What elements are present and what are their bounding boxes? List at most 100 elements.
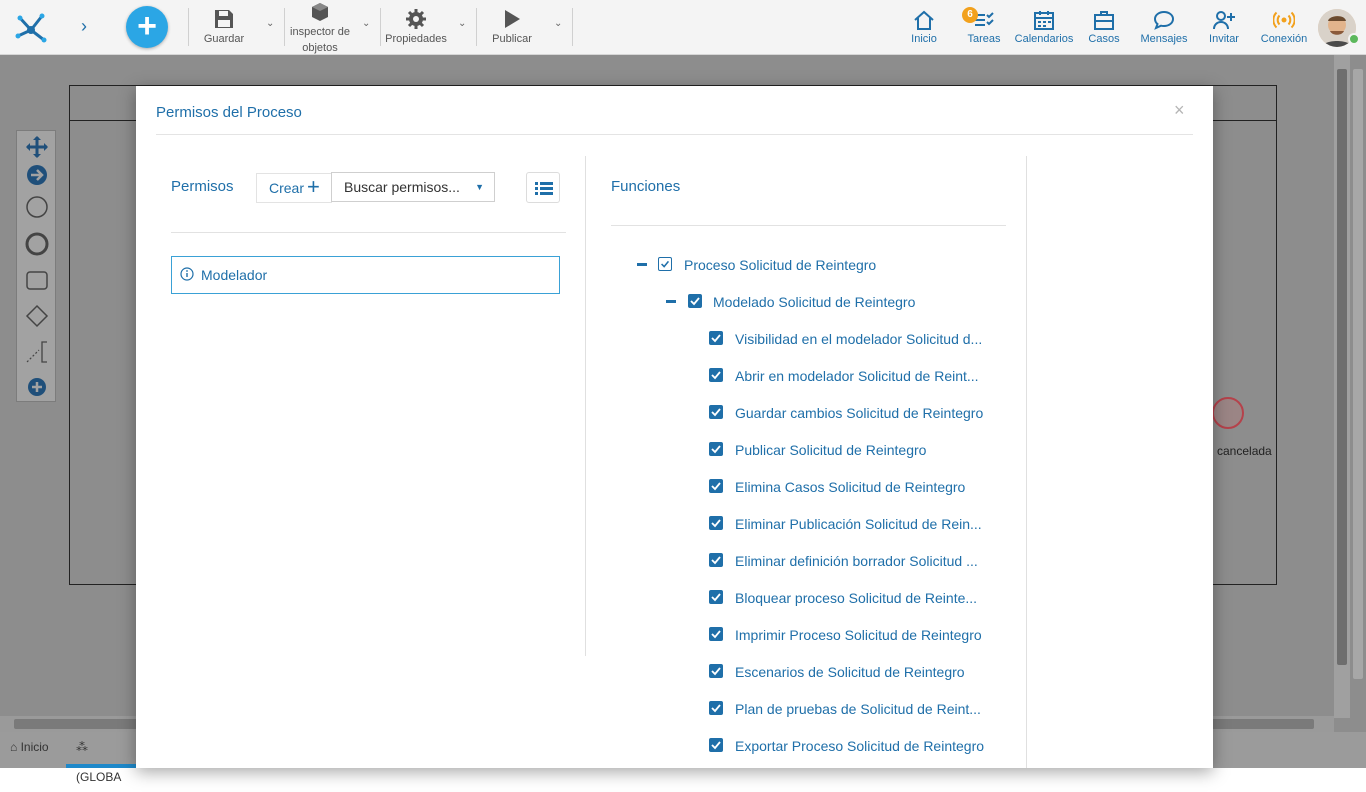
function-item[interactable]: Visibilidad en el modelador Solicitud d.… <box>735 329 995 349</box>
nav-invitar[interactable]: Invitar <box>1202 0 1246 55</box>
play-icon <box>505 10 520 28</box>
function-checkbox[interactable] <box>709 553 723 567</box>
nav-conexion[interactable]: Conexión <box>1258 0 1310 55</box>
nav-mensajes[interactable]: Mensajes <box>1138 0 1190 55</box>
cancel-end-event[interactable] <box>1212 397 1244 429</box>
page-scrollbar-thumb[interactable] <box>1353 69 1363 679</box>
function-checkbox[interactable] <box>709 479 723 493</box>
briefcase-icon <box>1094 11 1114 30</box>
function-item[interactable]: Guardar cambios Solicitud de Reintegro <box>735 403 995 423</box>
save-dropdown-chevron-icon[interactable]: ⌄ <box>266 18 276 29</box>
function-item[interactable]: Imprimir Proceso Solicitud de Reintegro <box>735 625 995 645</box>
expand-menu-chevron-icon[interactable]: › <box>76 16 92 36</box>
tab-home-label: Inicio <box>20 740 49 754</box>
function-item-label: Publicar Solicitud de Reintegro <box>735 442 927 458</box>
function-checkbox[interactable] <box>709 664 723 678</box>
add-button[interactable]: + <box>126 6 168 48</box>
toolbar-divider <box>572 8 573 46</box>
collapse-root-icon[interactable] <box>637 263 647 266</box>
tree-node-child[interactable]: Modelado Solicitud de Reintegro <box>713 292 915 312</box>
toolbar-divider <box>476 8 477 46</box>
properties-dropdown-chevron-icon[interactable]: ⌄ <box>458 18 468 29</box>
function-item-label: Guardar cambios Solicitud de Reintegro <box>735 405 984 421</box>
permission-search-select[interactable]: Buscar permisos... ▼ <box>331 172 495 202</box>
online-status-indicator <box>1348 33 1360 45</box>
home-icon <box>914 10 934 30</box>
checkbox-child[interactable] <box>688 294 702 308</box>
task-tool-icon[interactable] <box>25 268 49 292</box>
create-label: Crear <box>269 180 305 196</box>
save-button[interactable]: Guardar <box>198 0 250 55</box>
function-checkbox[interactable] <box>709 627 723 641</box>
function-item[interactable]: Exportar Proceso Solicitud de Reintegro <box>735 736 995 756</box>
calendar-icon <box>1034 11 1054 30</box>
nav-inicio-label: Inicio <box>911 33 937 45</box>
nav-calendarios-label: Calendarios <box>1014 33 1074 45</box>
tab-home[interactable]: ⌂ Inicio <box>0 732 59 768</box>
start-event-tool-icon[interactable] <box>25 195 49 219</box>
move-tool-icon[interactable] <box>25 135 49 159</box>
function-item[interactable]: Abrir en modelador Solicitud de Reint... <box>735 366 995 386</box>
column-divider <box>585 156 586 656</box>
object-inspector-label-2: objetos <box>302 42 338 54</box>
inspector-dropdown-chevron-icon[interactable]: ⌄ <box>362 18 372 29</box>
function-item[interactable]: Publicar Solicitud de Reintegro <box>735 440 995 460</box>
tree-node-root[interactable]: Proceso Solicitud de Reintegro <box>684 255 876 275</box>
page-vertical-scrollbar[interactable] <box>1350 55 1366 718</box>
annotation-tool-icon[interactable] <box>25 340 49 364</box>
publish-dropdown-chevron-icon[interactable]: ⌄ <box>554 18 564 29</box>
tree-node-root-label: Proceso Solicitud de Reintegro <box>684 257 877 273</box>
signal-icon <box>1273 11 1295 29</box>
app-logo-icon[interactable] <box>12 10 50 44</box>
object-inspector-button[interactable]: inspector de objetos <box>286 0 354 55</box>
function-checkbox[interactable] <box>709 368 723 382</box>
function-checkbox[interactable] <box>709 738 723 752</box>
nav-mensajes-label: Mensajes <box>1140 33 1188 45</box>
tab-global[interactable]: ⁂ (GLOBA <box>66 732 146 784</box>
function-item[interactable]: Bloquear proceso Solicitud de Reinte... <box>735 588 995 608</box>
function-item[interactable]: Eliminar definición borrador Solicitud .… <box>735 551 995 571</box>
add-user-icon <box>1213 11 1235 30</box>
more-tools-plus-icon[interactable] <box>25 375 49 399</box>
title-divider <box>156 134 1193 135</box>
close-icon[interactable]: × <box>1174 100 1185 121</box>
publish-button[interactable]: Publicar <box>486 0 538 55</box>
properties-button[interactable]: Propiedades <box>384 0 448 55</box>
function-item[interactable]: Plan de pruebas de Solicitud de Reint... <box>735 699 995 719</box>
function-checkbox[interactable] <box>709 405 723 419</box>
gateway-tool-icon[interactable] <box>25 304 49 328</box>
shape-palette <box>16 130 56 402</box>
top-toolbar: › + Guardar ⌄ inspector de objetos ⌄ Pro… <box>0 0 1366 55</box>
function-checkbox[interactable] <box>709 590 723 604</box>
connector-tool-icon[interactable] <box>25 163 49 187</box>
vertical-scrollbar[interactable] <box>1334 55 1350 718</box>
publish-label: Publicar <box>492 33 532 45</box>
function-item[interactable]: Eliminar Publicación Solicitud de Rein..… <box>735 514 995 534</box>
tasks-count-badge: 6 <box>962 7 978 23</box>
object-inspector-label-1: inspector de <box>290 26 350 38</box>
list-view-button[interactable] <box>526 172 560 203</box>
permission-item-modelador[interactable]: Modelador <box>171 256 560 294</box>
function-checkbox[interactable] <box>709 442 723 456</box>
nav-casos[interactable]: Casos <box>1084 0 1124 55</box>
checkbox-root[interactable] <box>658 257 672 271</box>
process-small-icon: ⁂ <box>76 740 88 754</box>
chat-bubble-icon <box>1153 10 1175 30</box>
end-event-tool-icon[interactable] <box>25 232 49 256</box>
toolbar-divider <box>284 8 285 46</box>
function-item[interactable]: Elimina Casos Solicitud de Reintegro <box>735 477 995 497</box>
function-checkbox[interactable] <box>709 516 723 530</box>
permission-item-label: Modelador <box>201 267 268 283</box>
nav-inicio[interactable]: Inicio <box>902 0 946 55</box>
nav-tareas-label: Tareas <box>967 33 1001 45</box>
caret-down-icon: ▼ <box>475 182 484 192</box>
function-checkbox[interactable] <box>709 701 723 715</box>
function-item-label: Exportar Proceso Solicitud de Reintegro <box>735 738 985 754</box>
create-permission-button[interactable]: Crear + <box>256 173 332 203</box>
collapse-child-icon[interactable] <box>666 300 676 303</box>
nav-conexion-label: Conexión <box>1260 33 1308 45</box>
function-item[interactable]: Escenarios de Solicitud de Reintegro <box>735 662 995 682</box>
vertical-scrollbar-thumb[interactable] <box>1337 69 1347 665</box>
function-checkbox[interactable] <box>709 331 723 345</box>
nav-calendarios[interactable]: Calendarios <box>1012 0 1076 55</box>
